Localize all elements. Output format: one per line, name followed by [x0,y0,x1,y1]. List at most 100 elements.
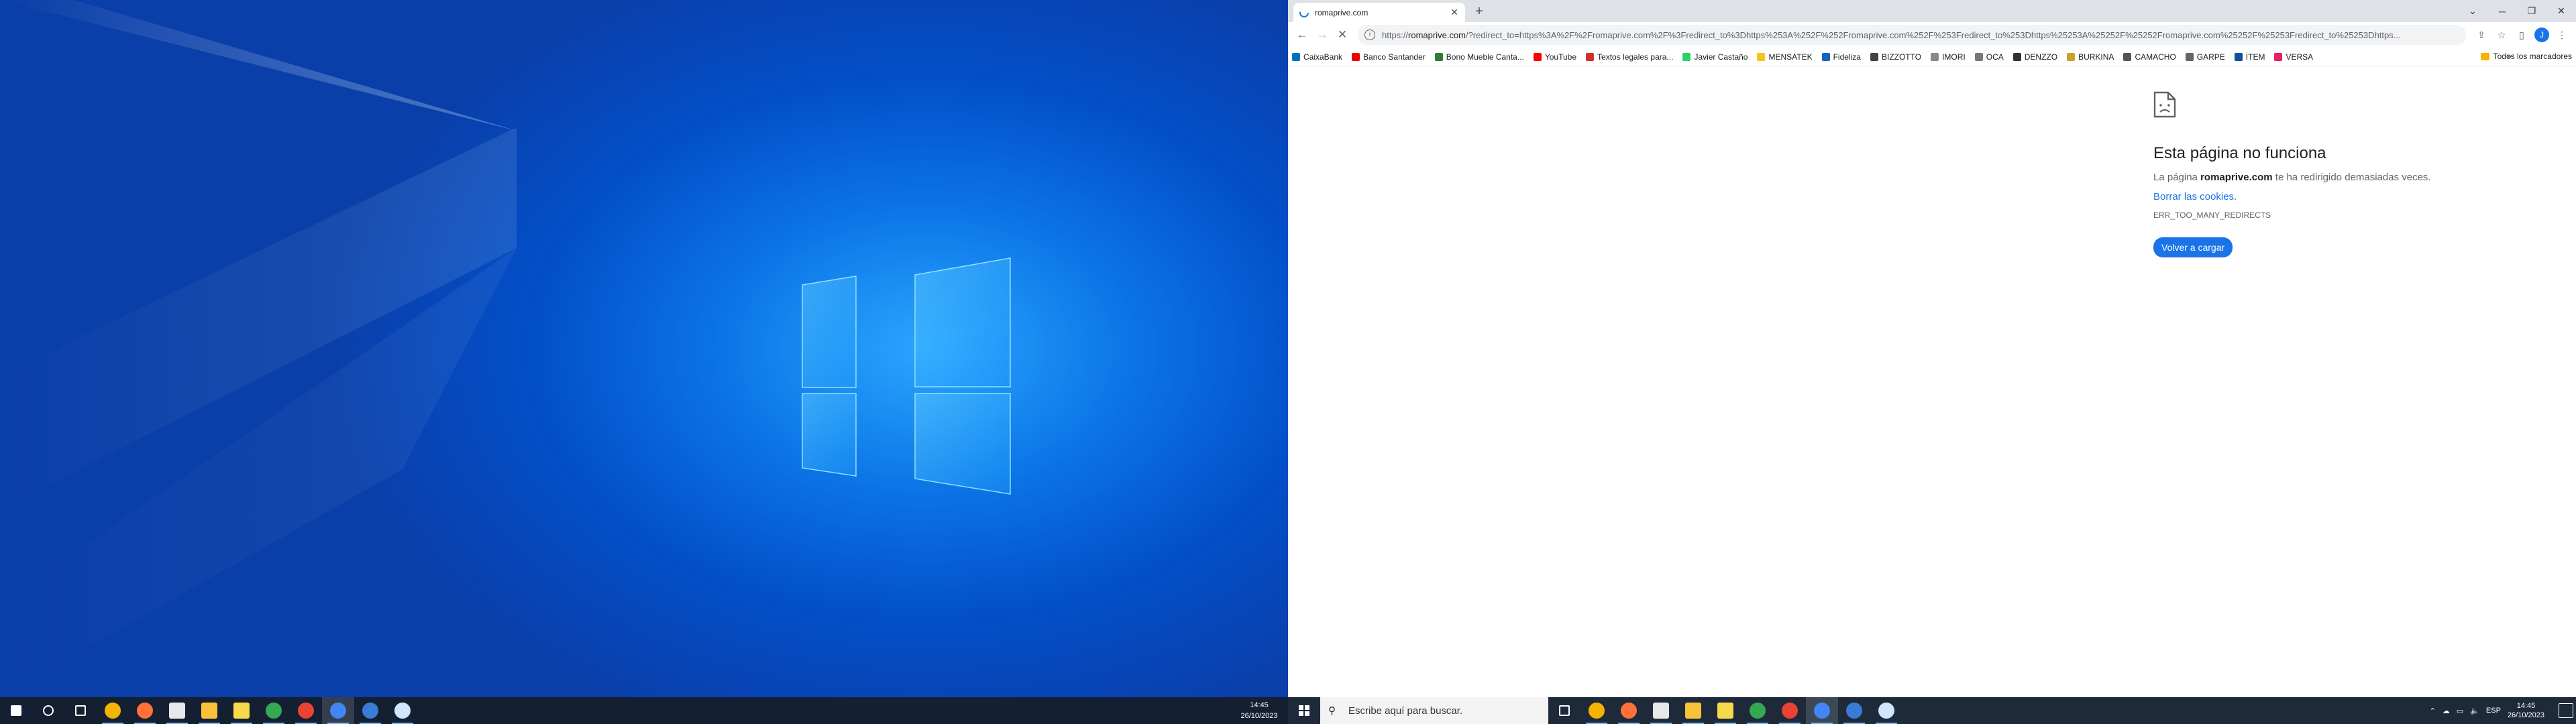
bookmark-item[interactable]: DENZZO [2012,52,2057,62]
maximize-button[interactable]: ❐ [2517,0,2546,22]
sticky-notes-taskbar-button[interactable] [1709,697,1741,724]
tab-active[interactable]: romaprive.com ✕ [1293,3,1465,22]
bookmark-favicon-icon [1586,52,1595,61]
clear-cookies-link[interactable]: Borrar las cookies. [2153,191,2556,202]
avatar: J [2534,27,2549,42]
sticky-notes-icon [1717,703,1733,719]
minimize-button[interactable]: ─ [2487,0,2517,22]
firefox-taskbar-button[interactable] [129,697,161,724]
firefox-icon [137,703,153,719]
bookmark-item[interactable]: Textos legales para... [1586,52,1673,62]
onedrive-icon[interactable]: ☁ [2443,707,2450,715]
bookmark-item[interactable]: ITEM [2234,52,2265,62]
address-bar[interactable]: i https://romaprive.com/?redirect_to=htt… [1358,25,2466,45]
volume-icon[interactable]: 🔈 [2470,707,2479,715]
profile-button[interactable]: J [2532,25,2552,45]
desc-prefix: La página [2153,172,2201,183]
bookmark-favicon-icon [1870,52,1878,61]
bookmark-item[interactable]: CAMACHO [2123,52,2176,62]
clock-date: 26/10/2023 [2507,711,2544,719]
bookmark-favicon-icon [2185,52,2194,61]
terminal-taskbar-button[interactable] [161,697,193,724]
snipping-tool-taskbar-button[interactable] [386,697,419,724]
bookmark-favicon-icon [1757,52,1766,61]
forward-button[interactable]: → [1312,25,1332,45]
bookmark-item[interactable]: YouTube [1533,52,1576,62]
menu-kebab-icon[interactable]: ⋮ [2552,25,2572,45]
task-view-taskbar-button[interactable] [64,697,97,724]
bookmark-favicon-icon [2067,52,2076,61]
search-taskbar-button[interactable] [32,697,64,724]
terminal-taskbar-button[interactable] [1645,697,1677,724]
taskbar-clock-left[interactable]: 14:45 26/10/2023 [1236,697,1283,724]
new-tab-button[interactable]: + [1472,5,1487,19]
remote-desktop-taskbar-button[interactable] [354,697,386,724]
url-host: romaprive.com [1408,29,1466,40]
language-indicator[interactable]: ESP [2486,707,2501,715]
close-window-button[interactable]: ✕ [2546,0,2576,22]
bookmark-item[interactable]: MENSATEK [1757,52,1813,62]
tab-search-chevron-icon[interactable]: ⌄ [2458,0,2487,22]
stop-loading-button[interactable]: ✕ [1332,25,1352,45]
bookmark-item[interactable]: Banco Santander [1352,52,1426,62]
bookmark-item[interactable]: CaixaBank [1292,52,1342,62]
side-panel-icon[interactable]: ▯ [2512,25,2532,45]
bookmark-star-icon[interactable]: ☆ [2491,25,2512,45]
bookmark-item[interactable]: BIZZOTTO [1870,52,1921,62]
taskbar-search-input[interactable]: ⚲ Escribe aquí para buscar. [1320,697,1548,724]
tab-close-icon[interactable]: ✕ [1449,7,1460,18]
bookmark-favicon-icon [1434,52,1443,61]
error-heading: Esta página no funciona [2153,144,2326,162]
bookmark-item[interactable]: OCA [1974,52,2004,62]
bookmark-item[interactable]: GARPE [2185,52,2225,62]
firefox-taskbar-button[interactable] [1613,697,1645,724]
show-hidden-icons-chevron-icon[interactable]: ⌃ [2430,707,2436,715]
bookmark-item[interactable]: IMORI [1931,52,1966,62]
folder-icon [2480,52,2489,60]
bookmark-item[interactable]: VERSA [2274,52,2313,62]
chrome-active-taskbar-button[interactable] [322,697,354,724]
browser-toolbar: ← → ✕ i https://romaprive.com/?redirect_… [1288,22,2576,48]
bookmark-label: OCA [1986,52,2004,62]
file-explorer-taskbar-button[interactable] [193,697,225,724]
start-button[interactable] [1288,697,1320,724]
bookmark-item[interactable]: Bono Mueble Canta... [1434,52,1524,62]
bookmark-label: BIZZOTTO [1881,52,1922,62]
reload-button[interactable]: Volver a cargar [2153,237,2233,257]
back-button[interactable]: ← [1292,25,1312,45]
sticky-notes-taskbar-button[interactable] [225,697,258,724]
bookmark-favicon-icon [2012,52,2021,61]
task-view-icon [75,705,86,716]
terminal-icon [169,703,185,719]
chrome-profile-red-taskbar-button[interactable] [290,697,322,724]
network-icon[interactable]: ▭ [2457,707,2463,715]
chrome-profile-taskbar-button[interactable] [258,697,290,724]
chrome-taskbar-button[interactable] [97,697,129,724]
bookmark-favicon-icon [1533,52,1542,61]
notification-center-icon[interactable] [2559,703,2573,718]
chrome-profile-red-icon [1782,703,1798,719]
remote-desktop-icon [1846,703,1862,719]
taskbar-clock-right[interactable]: 14:45 26/10/2023 [2508,701,2544,720]
bookmark-label: ITEM [2245,52,2265,62]
share-icon[interactable]: ⇪ [2471,25,2491,45]
url-scheme: https:// [1382,29,1409,40]
all-bookmarks-button[interactable]: Todos los marcadores [2480,52,2572,61]
start-button-taskbar-button[interactable] [0,697,32,724]
task-view-taskbar-button[interactable] [1548,697,1580,724]
chrome-profile-red-taskbar-button[interactable] [1774,697,1806,724]
remote-desktop-taskbar-button[interactable] [1838,697,1870,724]
file-explorer-taskbar-button[interactable] [1677,697,1709,724]
bookmark-item[interactable]: Javier Castaño [1682,52,1748,62]
search-icon [43,705,54,716]
snipping-tool-icon [394,703,411,719]
chrome-active-taskbar-button[interactable] [1806,697,1838,724]
bookmark-item[interactable]: BURKINA [2067,52,2114,62]
bookmark-item[interactable]: Fideliza [1821,52,1861,62]
bookmark-label: Textos legales para... [1597,52,1674,62]
chrome-taskbar-button[interactable] [1580,697,1613,724]
chrome-profile-taskbar-button[interactable] [1741,697,1774,724]
snipping-tool-taskbar-button[interactable] [1870,697,1902,724]
file-explorer-icon [201,703,217,719]
site-info-icon[interactable]: i [1364,29,1375,40]
